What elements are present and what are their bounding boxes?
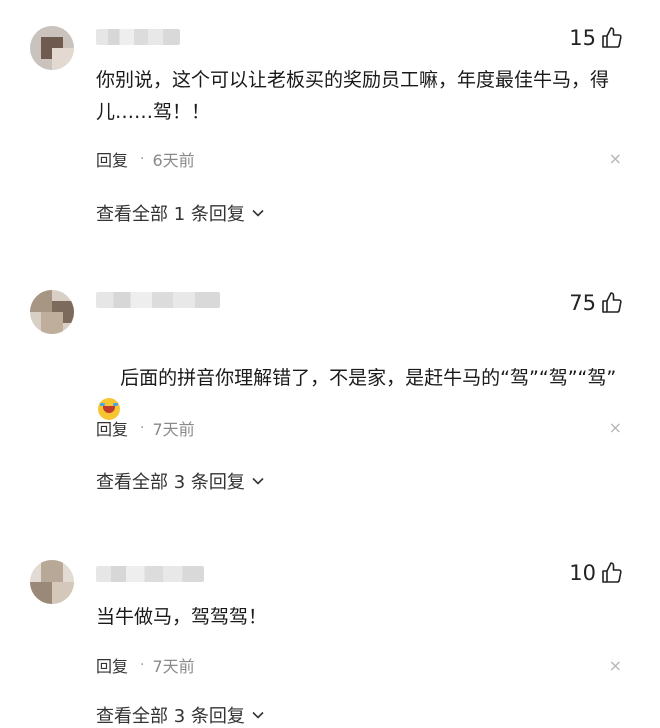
like-button[interactable]: 75	[569, 291, 624, 315]
close-icon[interactable]: ×	[609, 149, 622, 168]
chevron-down-icon	[252, 477, 264, 485]
avatar[interactable]	[30, 560, 74, 604]
username[interactable]	[96, 566, 204, 582]
comment-text: 你别说，这个可以让老板买的奖励员工嘛，年度最佳牛马，得儿……驾！！	[96, 69, 610, 123]
comment-meta: 回复 · 6天前	[96, 147, 195, 171]
chevron-down-icon	[252, 711, 264, 719]
thumbs-up-icon	[602, 292, 622, 313]
view-all-replies-label: 查看全部 1 条回复	[96, 204, 245, 225]
reply-button[interactable]: 回复	[96, 416, 128, 440]
reply-button[interactable]: 回复	[96, 653, 128, 677]
reply-button[interactable]: 回复	[96, 147, 128, 171]
view-all-replies-button[interactable]: 查看全部 3 条回复	[96, 702, 265, 728]
like-button[interactable]: 15	[569, 26, 624, 50]
username[interactable]	[96, 29, 180, 45]
like-button[interactable]: 10	[569, 561, 624, 585]
like-count: 15	[569, 26, 596, 50]
chevron-down-icon	[252, 209, 264, 217]
separator-dot: ·	[140, 420, 145, 436]
close-icon[interactable]: ×	[609, 418, 622, 437]
timestamp: 6天前	[152, 151, 195, 170]
separator-dot: ·	[140, 657, 145, 673]
view-all-replies-label: 查看全部 3 条回复	[96, 706, 245, 727]
view-all-replies-button[interactable]: 查看全部 3 条回复	[96, 468, 265, 494]
username[interactable]	[96, 292, 220, 308]
comment-text-content: 后面的拼音你理解错了，不是家，是赶牛马的“驾”“驾”“驾”	[120, 367, 617, 389]
thumbs-up-icon	[602, 562, 622, 583]
avatar[interactable]	[30, 26, 74, 70]
comment-text: 当牛做马，驾驾驾！	[96, 606, 268, 628]
like-count: 75	[569, 291, 596, 315]
timestamp: 7天前	[152, 657, 195, 676]
view-all-replies-button[interactable]: 查看全部 1 条回复	[96, 200, 265, 226]
comment-meta: 回复 · 7天前	[96, 416, 195, 440]
thumbs-up-icon	[602, 27, 622, 48]
view-all-replies-label: 查看全部 3 条回复	[96, 472, 245, 493]
timestamp: 7天前	[152, 420, 195, 439]
separator-dot: ·	[140, 151, 145, 167]
avatar[interactable]	[30, 290, 74, 334]
close-icon[interactable]: ×	[609, 656, 622, 675]
like-count: 10	[569, 561, 596, 585]
comment-meta: 回复 · 7天前	[96, 653, 195, 677]
